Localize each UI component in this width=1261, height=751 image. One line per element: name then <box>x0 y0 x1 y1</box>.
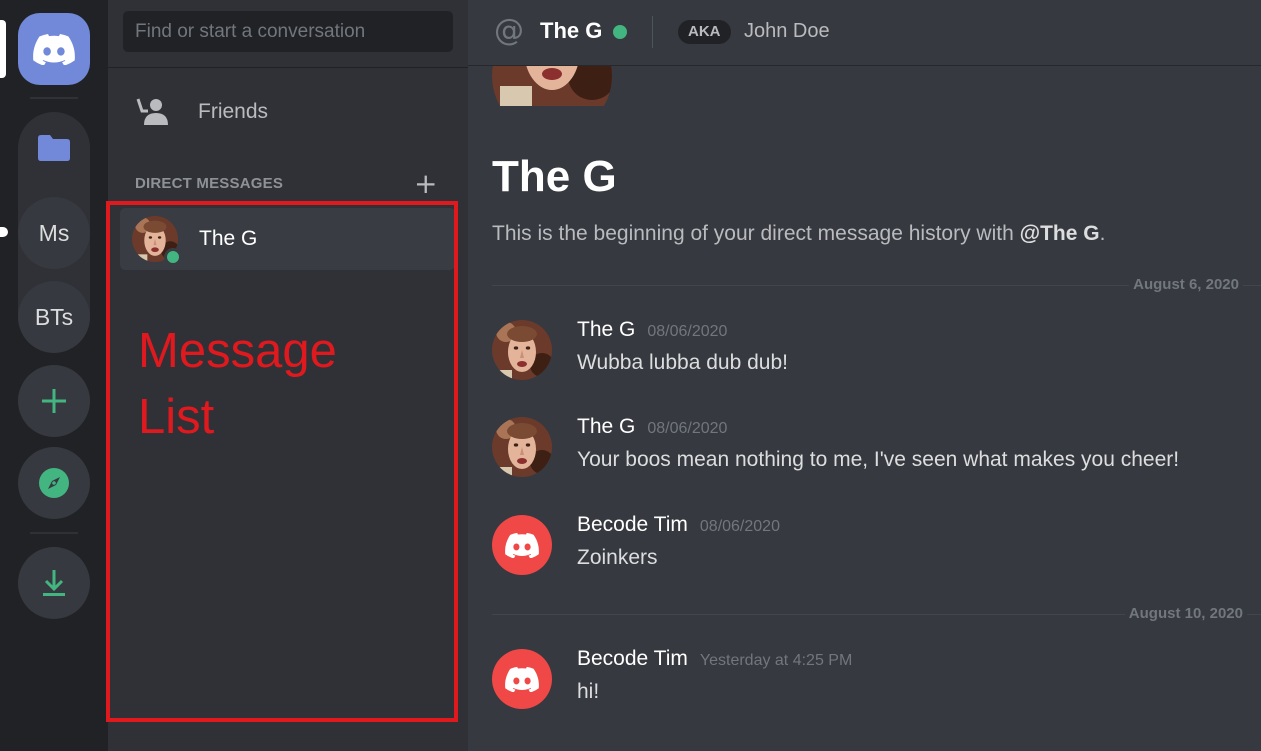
add-server-button[interactable] <box>18 365 90 437</box>
friends-nav-item[interactable]: Friends <box>136 92 268 132</box>
online-status-icon <box>613 25 627 39</box>
message-text: Wubba lubba dub dub! <box>577 351 788 374</box>
friends-icon <box>136 98 168 125</box>
message: Becode Tim 08/06/2020 Zoinkers <box>492 513 1252 579</box>
date-divider: August 6, 2020 <box>492 276 1261 293</box>
message-author[interactable]: Becode Tim <box>577 647 688 670</box>
message-avatar[interactable] <box>492 515 552 575</box>
message-header: Becode Tim 08/06/2020 <box>577 513 780 537</box>
date-divider-label: August 10, 2020 <box>1124 605 1247 622</box>
search-input[interactable]: Find or start a conversation <box>123 11 453 52</box>
create-dm-button[interactable]: + <box>414 170 437 198</box>
intro-subtitle: This is the beginning of your direct mes… <box>492 222 1105 246</box>
message-timestamp: 08/06/2020 <box>647 323 728 340</box>
message: Becode Tim Yesterday at 4:25 PM hi! <box>492 647 1252 713</box>
message-author[interactable]: The G <box>577 415 635 438</box>
annotation-label: Message List <box>138 318 418 450</box>
server-ms[interactable]: Ms <box>18 197 90 269</box>
plus-icon <box>42 389 66 413</box>
explore-servers-button[interactable] <box>18 447 90 519</box>
message-header: Becode Tim Yesterday at 4:25 PM <box>577 647 852 671</box>
message-author[interactable]: The G <box>577 318 635 341</box>
message-header: The G 08/06/2020 <box>577 318 727 342</box>
server-bts[interactable]: BTs <box>18 281 90 353</box>
message-timestamp: Yesterday at 4:25 PM <box>699 652 853 669</box>
server-folder-button[interactable] <box>18 112 90 184</box>
date-divider: August 10, 2020 <box>492 605 1261 622</box>
aka-name: John Doe <box>744 20 830 42</box>
header-divider <box>652 16 653 48</box>
rail-separator <box>30 97 78 99</box>
discord-logo-icon <box>505 532 539 558</box>
message-timestamp: 08/06/2020 <box>647 420 728 437</box>
discord-logo-icon <box>33 33 75 65</box>
annotation-line: List <box>138 390 215 444</box>
message: The G 08/06/2020 Wubba lubba dub dub! <box>492 318 1252 384</box>
friends-label: Friends <box>198 100 269 123</box>
chat-header: @ The G AKA John Doe <box>468 0 1261 66</box>
at-sign-icon: @ <box>494 13 524 48</box>
message-header: The G 08/06/2020 <box>577 415 727 439</box>
annotation-line: Message <box>138 324 337 378</box>
direct-messages-header: DIRECT MESSAGES <box>135 175 284 192</box>
folder-icon <box>38 135 70 161</box>
message-avatar[interactable] <box>492 649 552 709</box>
message-avatar[interactable] <box>492 417 552 477</box>
rail-separator <box>30 532 78 534</box>
chat-area: @ The G AKA John Doe The G This is the b… <box>468 0 1261 751</box>
download-apps-button[interactable] <box>18 547 90 619</box>
selected-indicator <box>0 20 6 78</box>
message-text: Zoinkers <box>577 546 658 569</box>
unread-indicator <box>0 227 8 237</box>
intro-title: The G <box>492 152 617 201</box>
server-rail: Ms BTs <box>0 0 108 751</box>
message-author[interactable]: Becode Tim <box>577 513 688 536</box>
message: The G 08/06/2020 Your boos mean nothing t… <box>492 415 1252 481</box>
discord-logo-icon <box>505 666 539 692</box>
message-timestamp: 08/06/2020 <box>699 518 780 535</box>
download-icon <box>43 570 65 596</box>
annotation-box <box>106 201 458 722</box>
home-button[interactable] <box>18 13 90 85</box>
aka-badge: AKA <box>678 20 731 44</box>
date-divider-label: August 6, 2020 <box>1129 276 1243 293</box>
intro-handle: @The G <box>1019 222 1100 245</box>
message-text: hi! <box>577 680 600 703</box>
message-avatar[interactable] <box>492 320 552 380</box>
message-text: Your boos mean nothing to me, I've seen … <box>577 448 1180 471</box>
compass-icon <box>39 468 69 498</box>
intro-subtitle-suffix: . <box>1099 222 1106 245</box>
search-bar: Find or start a conversation <box>108 0 468 68</box>
intro-subtitle-text: This is the beginning of your direct mes… <box>492 222 1020 245</box>
chat-title: The G <box>540 18 603 43</box>
